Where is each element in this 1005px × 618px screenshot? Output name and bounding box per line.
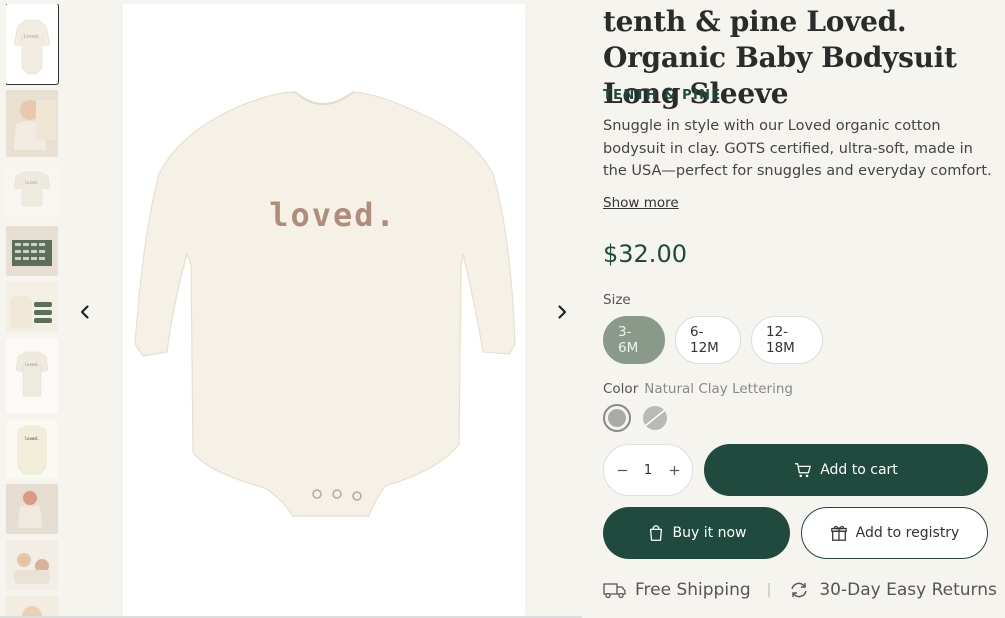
size-options: 3-6M 6-12M 12-18M: [603, 316, 823, 364]
thumbnail-10[interactable]: [6, 596, 58, 618]
gift-icon: [830, 525, 847, 541]
prev-image-button[interactable]: [73, 300, 97, 324]
show-more-link[interactable]: Show more: [603, 195, 679, 211]
next-image-button[interactable]: [550, 300, 574, 324]
product-info: tenth & pine Loved. Organic Baby Bodysui…: [603, 0, 998, 618]
thumbnail-5[interactable]: [6, 282, 58, 332]
svg-text:loved.: loved.: [23, 34, 41, 40]
chevron-right-icon: [558, 305, 567, 319]
size-option-12-18m[interactable]: 12-18M: [751, 316, 823, 364]
product-brand[interactable]: TENTH & PINE: [603, 88, 722, 103]
swatch-natural-clay[interactable]: [603, 404, 631, 432]
chevron-left-icon: [80, 305, 89, 319]
truck-icon: [603, 583, 626, 599]
svg-text:loved.: loved.: [25, 180, 39, 185]
product-gallery: loved. loved. loved. loved. loved.: [0, 0, 582, 618]
free-shipping-text: Free Shipping: [635, 580, 751, 600]
thumbnail-3[interactable]: loved.: [6, 162, 58, 218]
add-to-cart-label: Add to cart: [820, 462, 898, 478]
thumbnail-1[interactable]: loved.: [6, 4, 59, 85]
add-to-registry-button[interactable]: Add to registry: [801, 507, 988, 559]
easy-returns-perk: 30-Day Easy Returns: [787, 580, 997, 600]
size-option-6-12m[interactable]: 6-12M: [675, 316, 741, 364]
refresh-icon: [791, 582, 808, 598]
thumbnail-9[interactable]: [6, 540, 58, 590]
shipping-perks: Free Shipping | 30-Day Easy Returns: [603, 580, 997, 600]
minus-icon: [617, 469, 627, 471]
thumbnail-4[interactable]: [6, 226, 58, 276]
buy-now-label: Buy it now: [672, 525, 747, 541]
quantity-stepper: 1: [603, 444, 693, 496]
size-label: Size: [603, 292, 631, 308]
color-label-text: Color: [603, 381, 639, 397]
main-product-image[interactable]: loved.: [123, 4, 525, 618]
svg-text:loved.: loved.: [25, 436, 39, 441]
free-shipping-perk: Free Shipping: [603, 580, 751, 600]
add-to-registry-label: Add to registry: [855, 525, 960, 541]
increase-quantity-button[interactable]: [664, 460, 684, 480]
plus-icon: [669, 465, 679, 475]
swatch-alternate[interactable]: [641, 404, 669, 432]
decrease-quantity-button[interactable]: [612, 460, 632, 480]
size-option-3-6m[interactable]: 3-6M: [603, 316, 665, 364]
thumbnail-strip[interactable]: loved. loved. loved. loved.: [6, 4, 60, 618]
color-value: Natural Clay Lettering: [644, 381, 793, 397]
cart-icon: [795, 463, 812, 478]
svg-text:loved.: loved.: [269, 196, 397, 234]
thumbnail-6[interactable]: loved.: [6, 338, 58, 413]
perk-separator: |: [766, 582, 772, 598]
product-page: loved. loved. loved. loved. loved. tenth…: [0, 0, 1005, 618]
color-swatches: [603, 404, 669, 432]
shopping-bag-icon: [649, 525, 662, 541]
color-label: Color Natural Clay Lettering: [603, 381, 793, 397]
easy-returns-text: 30-Day Easy Returns: [819, 580, 997, 600]
thumbnail-7[interactable]: loved.: [6, 420, 58, 478]
buy-now-button[interactable]: Buy it now: [603, 507, 790, 559]
add-to-cart-button[interactable]: Add to cart: [704, 444, 988, 496]
swatch-unavailable-icon: [643, 406, 667, 430]
bodysuit-image: loved.: [123, 4, 525, 618]
product-price: $32.00: [603, 240, 687, 268]
product-description: Snuggle in style with our Loved organic …: [603, 118, 992, 179]
quantity-input[interactable]: 1: [633, 463, 663, 478]
thumbnail-8[interactable]: [6, 484, 58, 534]
thumbnail-2[interactable]: [6, 90, 58, 157]
svg-text:loved.: loved.: [25, 362, 39, 367]
